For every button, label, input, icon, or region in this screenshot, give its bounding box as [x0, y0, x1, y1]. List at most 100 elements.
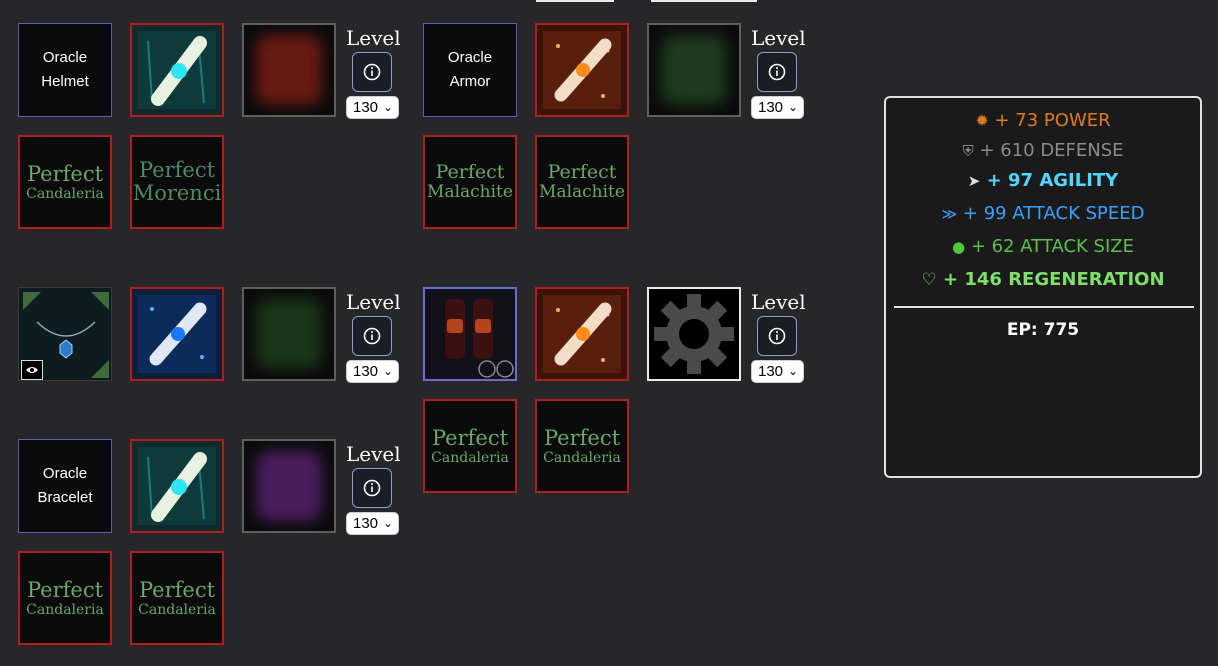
- stat-power: ✹ + 73 POWER: [886, 110, 1200, 131]
- gem-name-line1: Perfect: [547, 161, 617, 183]
- level-label: Level: [751, 26, 806, 50]
- level-select-value: 130: [758, 99, 784, 116]
- level-select[interactable]: 130 ⌄: [346, 360, 399, 383]
- gem-name-line1: Perfect: [435, 161, 505, 183]
- gem-slot[interactable]: Perfect Candaleria: [535, 399, 629, 493]
- runner-icon: ➤: [967, 172, 981, 190]
- gem-slot[interactable]: Perfect Candaleria: [423, 399, 517, 493]
- top-tab-left[interactable]: [536, 0, 614, 2]
- scroll-icon: [543, 31, 621, 109]
- info-button[interactable]: [352, 468, 392, 508]
- level-select[interactable]: 130 ⌄: [346, 96, 399, 119]
- planet-icon: ●: [952, 238, 966, 256]
- gem-slot[interactable]: Perfect Malachite: [423, 135, 517, 229]
- stat-attack-size-text: + 62 ATTACK SIZE: [970, 236, 1134, 257]
- top-tab-right[interactable]: [651, 0, 757, 2]
- gem-name-line2: Morenci: [132, 181, 222, 205]
- eye-icon: [26, 367, 38, 373]
- equipment-slot-bracelet[interactable]: Oracle Bracelet: [18, 439, 112, 533]
- chevron-down-icon: ⌄: [787, 100, 798, 114]
- level-select-value: 130: [758, 363, 784, 380]
- speed-icon: ≫: [941, 205, 958, 223]
- item-name-line1: Oracle: [447, 49, 493, 66]
- item-name-line2: Armor: [449, 73, 491, 90]
- gem-name-line2: Malachite: [427, 182, 513, 202]
- info-button[interactable]: [757, 316, 797, 356]
- settings-slot[interactable]: [647, 287, 741, 381]
- gem-name-line1: Perfect: [138, 158, 216, 182]
- stat-power-text: + 73 POWER: [994, 110, 1111, 131]
- gem-slot[interactable]: Perfect Morenci: [130, 135, 224, 229]
- chevron-down-icon: ⌄: [382, 364, 393, 378]
- level-select[interactable]: 130 ⌄: [346, 512, 399, 535]
- item-name-line1: Oracle: [42, 49, 88, 66]
- info-button[interactable]: [757, 52, 797, 92]
- ep-total: EP: 775: [1006, 320, 1080, 340]
- stats-panel: ✹ + 73 POWER ⛨ + 610 DEFENSE ➤ + 97 AGIL…: [884, 96, 1202, 478]
- boots-icon: [445, 299, 514, 378]
- rune-slot-green[interactable]: [242, 287, 336, 381]
- level-select-value: 130: [353, 515, 379, 532]
- chevron-down-icon: ⌄: [787, 364, 798, 378]
- gem-name-line1: Perfect: [26, 161, 104, 186]
- green-glow-icon: [661, 35, 727, 105]
- divider: [894, 306, 1194, 308]
- chevron-down-icon: ⌄: [382, 100, 393, 114]
- stat-agility-text: + 97 AGILITY: [986, 170, 1119, 191]
- chevron-down-icon: ⌄: [382, 516, 393, 530]
- level-select[interactable]: 130 ⌄: [751, 360, 804, 383]
- red-glow-icon: [256, 35, 322, 105]
- gem-name-line2: Candaleria: [26, 601, 104, 618]
- enchant-scroll-slot-orange[interactable]: [535, 287, 629, 381]
- item-name-line2: Bracelet: [37, 489, 93, 506]
- info-icon: [363, 63, 381, 81]
- gem-name-line1: Perfect: [431, 425, 509, 450]
- gem-slot[interactable]: Perfect Candaleria: [18, 551, 112, 645]
- info-icon: [768, 327, 786, 345]
- stat-defense: ⛨ + 610 DEFENSE: [886, 140, 1200, 161]
- equipment-slot-helmet[interactable]: Oracle Helmet: [18, 23, 112, 117]
- equipment-slot-boots[interactable]: [423, 287, 517, 381]
- preview-toggle[interactable]: [21, 360, 43, 380]
- rune-slot-red[interactable]: [242, 23, 336, 117]
- item-name-line2: Helmet: [41, 73, 89, 90]
- equipment-slot-necklace[interactable]: [18, 287, 112, 381]
- level-select-value: 130: [353, 363, 379, 380]
- shield-icon: ⛨: [962, 142, 974, 160]
- scroll-icon: [543, 295, 621, 373]
- gem-name-line2: Candaleria: [431, 449, 509, 466]
- enchant-scroll-slot-cyan[interactable]: [130, 23, 224, 117]
- gem-slot[interactable]: Perfect Candaleria: [18, 135, 112, 229]
- gem-slot[interactable]: Perfect Candaleria: [130, 551, 224, 645]
- gem-name-line2: Candaleria: [543, 449, 621, 466]
- info-button[interactable]: [352, 52, 392, 92]
- enchant-scroll-slot-cyan[interactable]: [130, 439, 224, 533]
- info-button[interactable]: [352, 316, 392, 356]
- item-name-line1: Oracle: [42, 465, 88, 482]
- heart-plus-icon: ♡: [921, 270, 937, 290]
- rune-slot-purple[interactable]: [242, 439, 336, 533]
- rune-slot-green[interactable]: [647, 23, 741, 117]
- equipment-slot-armor[interactable]: Oracle Armor: [423, 23, 517, 117]
- stat-attack-size: ● + 62 ATTACK SIZE: [886, 236, 1200, 257]
- star-burst-icon: ✹: [975, 111, 989, 130]
- green-glow-icon: [256, 299, 322, 369]
- level-label: Level: [346, 442, 401, 466]
- stat-defense-text: + 610 DEFENSE: [979, 140, 1124, 161]
- stat-attack-speed: ≫ + 99 ATTACK SPEED: [886, 203, 1200, 224]
- info-icon: [363, 479, 381, 497]
- enchant-scroll-slot-orange[interactable]: [535, 23, 629, 117]
- enchant-scroll-slot-blue[interactable]: [130, 287, 224, 381]
- level-label: Level: [346, 290, 401, 314]
- level-label: Level: [346, 26, 401, 50]
- gem-name-line1: Perfect: [543, 425, 621, 450]
- level-select[interactable]: 130 ⌄: [751, 96, 804, 119]
- scroll-icon: [138, 447, 216, 525]
- gem-slot[interactable]: Perfect Malachite: [535, 135, 629, 229]
- stat-agility: ➤ + 97 AGILITY: [886, 170, 1200, 191]
- gem-name-line2: Malachite: [539, 182, 625, 202]
- gem-name-line1: Perfect: [26, 577, 104, 602]
- gear-icon: [654, 294, 734, 374]
- gem-name-line2: Candaleria: [26, 185, 104, 202]
- info-icon: [363, 327, 381, 345]
